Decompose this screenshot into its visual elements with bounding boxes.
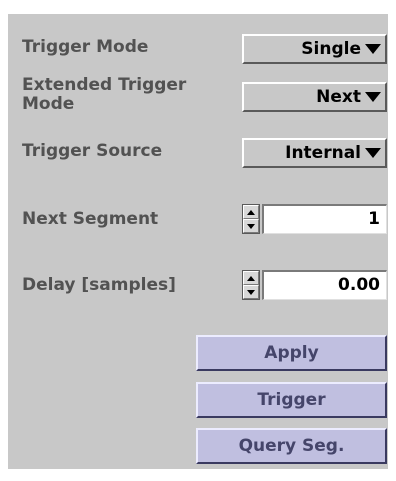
delay-input[interactable]: 0.00 [262, 270, 387, 300]
spin-up-button[interactable] [243, 205, 259, 219]
query-seg-button[interactable]: Query Seg. [196, 428, 387, 464]
spin-up-button[interactable] [243, 271, 259, 285]
delay-label: Delay [samples] [22, 275, 176, 295]
trigger-button[interactable]: Trigger [196, 382, 387, 418]
arrow-down-icon [247, 289, 255, 295]
arrow-up-icon [247, 275, 255, 281]
extended-trigger-mode-dropdown[interactable]: Next [242, 82, 387, 112]
trigger-mode-label: Trigger Mode [22, 37, 149, 57]
apply-button[interactable]: Apply [196, 335, 387, 371]
spin-down-button[interactable] [243, 285, 259, 299]
arrow-up-icon [247, 209, 255, 215]
dropdown-arrow-icon [365, 92, 381, 102]
delay-spinner[interactable] [242, 270, 260, 300]
next-segment-input[interactable]: 1 [262, 204, 387, 234]
next-segment-label: Next Segment [22, 209, 159, 229]
extended-trigger-mode-value: Next [316, 87, 361, 107]
next-segment-spinner[interactable] [242, 204, 260, 234]
trigger-settings-panel: Trigger Mode Single Extended Trigger Mod… [8, 14, 388, 469]
trigger-source-dropdown[interactable]: Internal [242, 138, 387, 168]
trigger-source-value: Internal [285, 143, 361, 163]
extended-trigger-mode-label: Extended Trigger Mode [22, 75, 187, 114]
trigger-mode-value: Single [301, 39, 361, 59]
dropdown-arrow-icon [365, 44, 381, 54]
trigger-source-label: Trigger Source [22, 141, 163, 161]
spin-down-button[interactable] [243, 219, 259, 233]
trigger-mode-dropdown[interactable]: Single [242, 34, 387, 64]
arrow-down-icon [247, 223, 255, 229]
dropdown-arrow-icon [365, 148, 381, 158]
